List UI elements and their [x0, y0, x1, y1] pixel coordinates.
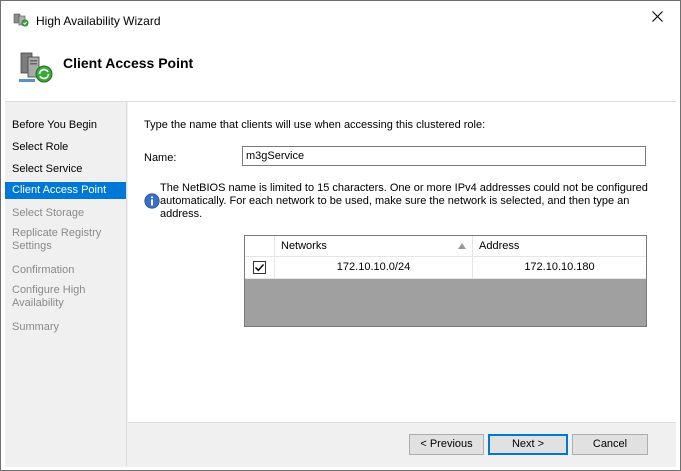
nav-item-configure-high-availability: Configure High Availability	[12, 284, 86, 309]
client-access-point-icon	[19, 52, 53, 83]
column-header-networks[interactable]: Networks	[275, 236, 473, 257]
name-label: Name:	[144, 152, 177, 164]
grid-header-check-column	[245, 236, 275, 257]
table-row[interactable]: 172.10.10.0/24 172.10.10.180	[245, 257, 646, 279]
nav-item-confirmation: Confirmation	[12, 264, 75, 276]
page-title: Client Access Point	[63, 55, 194, 71]
title-bar: High Availability Wizard	[1, 1, 680, 32]
network-checkbox[interactable]	[253, 261, 266, 274]
grid-header: Networks Address	[245, 236, 646, 257]
nav-item-before-you-begin[interactable]: Before You Begin	[5, 117, 126, 134]
column-header-networks-label: Networks	[281, 240, 327, 252]
network-cell: 172.10.10.0/24	[275, 257, 473, 278]
nav-item-select-service[interactable]: Select Service	[5, 161, 126, 178]
close-icon	[651, 11, 663, 22]
cancel-button[interactable]: Cancel	[572, 434, 648, 455]
wizard-steps-nav: Before You Begin Select Role Select Serv…	[5, 102, 127, 466]
close-button[interactable]	[634, 1, 680, 32]
column-header-address-label: Address	[479, 240, 520, 252]
networks-grid: Networks Address 172.10.10.0/24 172.10.1…	[244, 235, 647, 327]
nav-item-summary: Summary	[12, 321, 60, 333]
next-button[interactable]: Next >	[488, 434, 568, 455]
name-input[interactable]	[242, 146, 646, 166]
cluster-app-icon	[13, 13, 29, 27]
content-area: Before You Begin Select Role Select Serv…	[5, 101, 676, 467]
instruction-text: Type the name that clients will use when…	[144, 119, 486, 131]
sort-ascending-icon	[458, 243, 466, 249]
wizard-footer: < Previous Next > Cancel	[128, 422, 676, 466]
nav-item-select-storage: Select Storage	[12, 207, 85, 219]
main-panel: Type the name that clients will use when…	[128, 102, 676, 422]
window-title: High Availability Wizard	[36, 14, 161, 28]
column-header-address[interactable]: Address	[473, 236, 646, 257]
previous-button[interactable]: < Previous	[409, 434, 484, 455]
wizard-header: Client Access Point	[1, 32, 680, 101]
info-icon	[144, 193, 160, 209]
nav-item-replicate-registry-settings: Replicate Registry Settings	[12, 227, 102, 252]
info-message: The NetBIOS name is limited to 15 charac…	[160, 182, 648, 220]
address-cell[interactable]: 172.10.10.180	[473, 257, 646, 278]
wizard-window: High Availability Wizard Client Access P…	[0, 0, 681, 471]
checkmark-icon	[255, 264, 265, 272]
nav-item-select-role[interactable]: Select Role	[5, 139, 126, 156]
row-check-cell	[245, 257, 275, 278]
nav-item-client-access-point[interactable]: Client Access Point	[5, 182, 126, 199]
